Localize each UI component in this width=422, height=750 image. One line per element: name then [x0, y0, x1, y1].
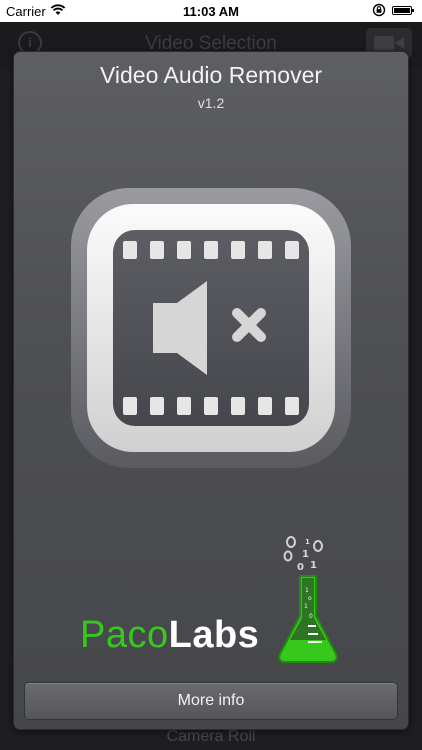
logo-paco: Paco: [80, 614, 169, 656]
pacolabs-logo: 1 1 0 1 0 1 o 1 0: [80, 534, 350, 684]
logo-labs: Labs: [168, 614, 260, 656]
app-title: Video Audio Remover: [99, 62, 323, 88]
app-version: v1.2: [197, 95, 225, 111]
battery-icon: [392, 6, 414, 15]
film-muted-icon: [71, 188, 351, 473]
svg-text:1: 1: [305, 538, 310, 546]
more-info-button[interactable]: More info: [24, 682, 398, 720]
pacolabs-wordmark: PacoLabs: [80, 614, 259, 657]
status-bar: Carrier 11:03 AM: [0, 0, 422, 22]
svg-text:1: 1: [310, 560, 317, 571]
camera-roll-label: Camera Roll: [166, 728, 256, 745]
svg-text:o: o: [308, 595, 312, 602]
svg-text:1: 1: [304, 603, 308, 610]
svg-text:0: 0: [309, 613, 313, 620]
svg-text:1: 1: [302, 549, 309, 560]
svg-text:1: 1: [305, 587, 309, 594]
camera-icon: [374, 36, 394, 50]
lock-rotation-icon: [372, 3, 386, 20]
about-popup: Video Audio Remover v1.2 1 1 0 1 1 o 1 0…: [14, 52, 408, 729]
screen: Carrier 11:03 AM i Video Selection Camer…: [0, 0, 422, 750]
svg-text:0: 0: [297, 562, 304, 573]
flask-icon: 1 1 0 1 0 1 o 1 0: [278, 536, 338, 663]
clock: 11:03 AM: [183, 4, 239, 19]
